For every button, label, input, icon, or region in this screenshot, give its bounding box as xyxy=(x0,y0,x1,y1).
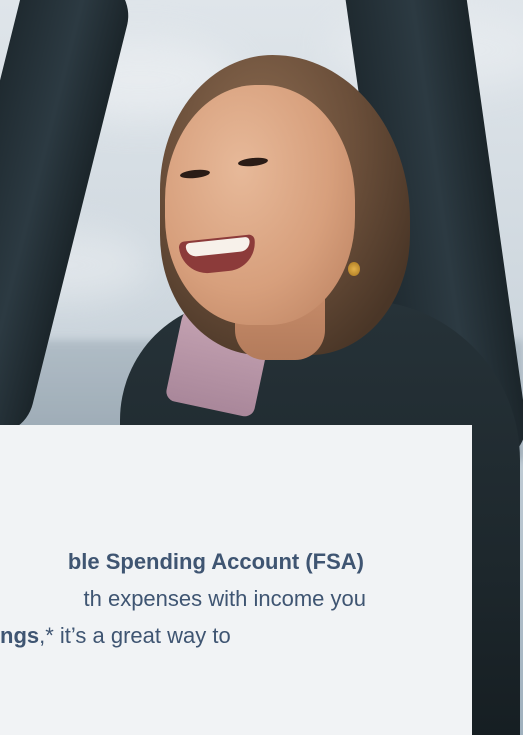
face xyxy=(165,85,355,325)
info-card: ble Spending Account (FSA) th expenses w… xyxy=(0,425,472,735)
hero-section: ble Spending Account (FSA) th expenses w… xyxy=(0,0,523,735)
card-line-2: th expenses with income you xyxy=(83,586,367,611)
fsa-heading-text: ble Spending Account (FSA) xyxy=(67,549,364,574)
card-description: ble Spending Account (FSA) th expenses w… xyxy=(0,543,430,654)
left-arm xyxy=(0,0,137,443)
card-line-3-rest: ,* it’s a great way to xyxy=(39,623,231,648)
savings-bold-text: ngs xyxy=(0,623,40,648)
earring xyxy=(348,262,360,276)
